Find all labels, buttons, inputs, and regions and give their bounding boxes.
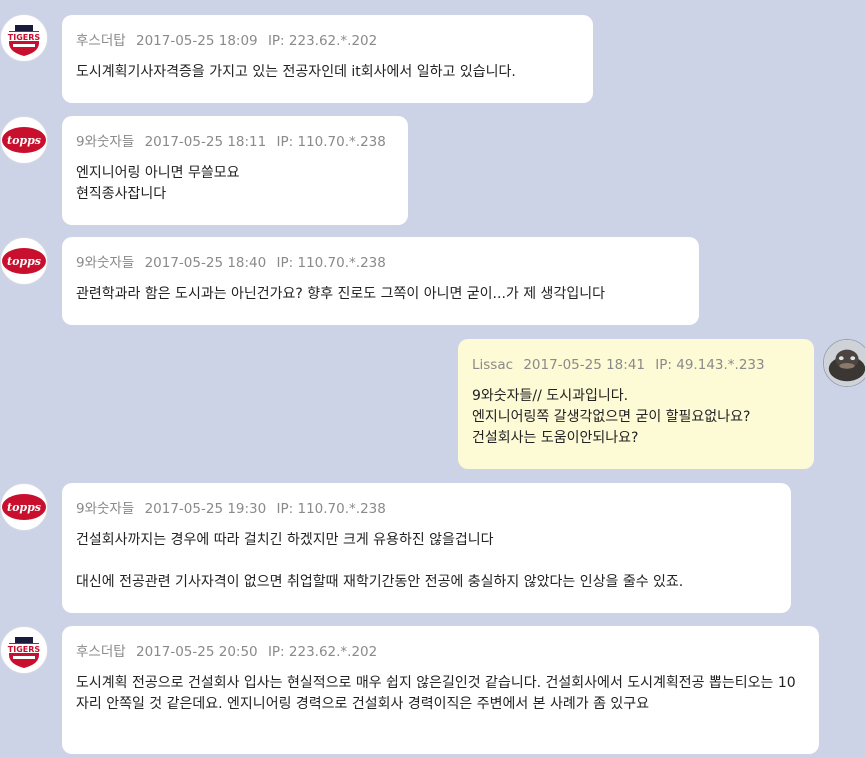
message-bubble: 9와숫자들 2017-05-25 18:11 IP: 110.70.*.238 … [62, 116, 408, 225]
author-name[interactable]: 후스더탑 [76, 33, 126, 49]
message-text: 건설회사는 도움이안되나요? [472, 430, 639, 446]
timestamp: 2017-05-25 18:09 [135, 33, 258, 49]
ip-address: IP: 49.143.*.233 [655, 357, 765, 373]
avatar[interactable]: TIGERS [0, 14, 48, 62]
svg-text:TIGERS: TIGERS [8, 645, 41, 654]
svg-text:topps: topps [7, 134, 41, 147]
message-text: 엔지니어링 아니면 무쓸모요 [76, 165, 240, 181]
timestamp: 2017-05-25 18:40 [144, 255, 267, 271]
message-meta: Lissac 2017-05-25 18:41 IP: 49.143.*.233 [472, 355, 800, 375]
author-name[interactable]: Lissac [472, 357, 513, 373]
avatar[interactable] [823, 339, 865, 387]
topps-logo-icon: topps [2, 494, 46, 520]
ip-address: IP: 223.62.*.202 [267, 33, 378, 49]
timestamp: 2017-05-25 18:41 [523, 357, 645, 373]
message-text: 엔지니어링쪽 갈생각없으면 굳이 할필요없나요? [472, 409, 751, 425]
svg-text:TIGERS: TIGERS [8, 33, 41, 42]
message-bubble: 9와숫자들 2017-05-25 19:30 IP: 110.70.*.238 … [62, 483, 791, 613]
message-meta: 후스더탑 2017-05-25 20:50 IP: 223.62.*.202 [76, 642, 805, 662]
avatar[interactable]: topps [0, 116, 48, 164]
ip-address: IP: 110.70.*.238 [276, 255, 386, 271]
message-meta: 9와숫자들 2017-05-25 18:40 IP: 110.70.*.238 [76, 253, 685, 273]
author-name[interactable]: 9와숫자들 [76, 501, 134, 517]
author-name[interactable]: 후스더탑 [76, 644, 126, 660]
message-text: 관련학과라 함은 도시과는 아닌건가요? 향후 진로도 그쪽이 아니면 굳이..… [76, 286, 605, 302]
author-name[interactable]: 9와숫자들 [76, 134, 134, 150]
ip-address: IP: 110.70.*.238 [276, 134, 386, 150]
avatar[interactable]: topps [0, 237, 48, 285]
message-text: 9와숫자들// 도시과입니다. [472, 388, 629, 404]
avatar[interactable]: TIGERS [0, 626, 48, 674]
svg-text:topps: topps [7, 501, 41, 514]
timestamp: 2017-05-25 19:30 [144, 501, 267, 517]
message-bubble: 후스더탑 2017-05-25 20:50 IP: 223.62.*.202 도… [62, 626, 819, 754]
topps-logo-icon: topps [2, 127, 46, 153]
author-name[interactable]: 9와숫자들 [76, 255, 134, 271]
message-text: 대신에 전공관련 기사자격이 없으면 취업할때 재학기간동안 전공에 충실하지 … [76, 574, 684, 590]
message-text: 건설회사까지는 경우에 따라 걸치긴 하겠지만 크게 유용하진 않을겁니다 [76, 532, 494, 548]
message-text: 현직종사잡니다 [76, 186, 167, 202]
tigers-logo-icon: TIGERS [7, 25, 41, 56]
topps-logo-icon: topps [2, 248, 46, 274]
timestamp: 2017-05-25 18:11 [144, 134, 267, 150]
svg-text:topps: topps [7, 255, 41, 268]
message-bubble: 9와숫자들 2017-05-25 18:40 IP: 110.70.*.238 … [62, 237, 699, 325]
user-photo-icon [824, 340, 865, 386]
message-meta: 9와숫자들 2017-05-25 19:30 IP: 110.70.*.238 [76, 499, 777, 519]
message-bubble: Lissac 2017-05-25 18:41 IP: 49.143.*.233… [458, 339, 814, 469]
message-bubble: 후스더탑 2017-05-25 18:09 IP: 223.62.*.202 도… [62, 15, 593, 103]
message-text: 도시계획 전공으로 건설회사 입사는 현실적으로 매우 쉽지 않은길인것 같습니… [76, 675, 796, 712]
ip-address: IP: 223.62.*.202 [267, 644, 378, 660]
message-meta: 9와숫자들 2017-05-25 18:11 IP: 110.70.*.238 [76, 132, 394, 152]
message-text-blank [76, 551, 777, 572]
message-meta: 후스더탑 2017-05-25 18:09 IP: 223.62.*.202 [76, 31, 579, 51]
tigers-logo-icon: TIGERS [7, 637, 41, 668]
avatar[interactable]: topps [0, 483, 48, 531]
ip-address: IP: 110.70.*.238 [276, 501, 386, 517]
message-text: 도시계획기사자격증을 가지고 있는 전공자인데 it회사에서 일하고 있습니다. [76, 64, 516, 80]
timestamp: 2017-05-25 20:50 [135, 644, 258, 660]
